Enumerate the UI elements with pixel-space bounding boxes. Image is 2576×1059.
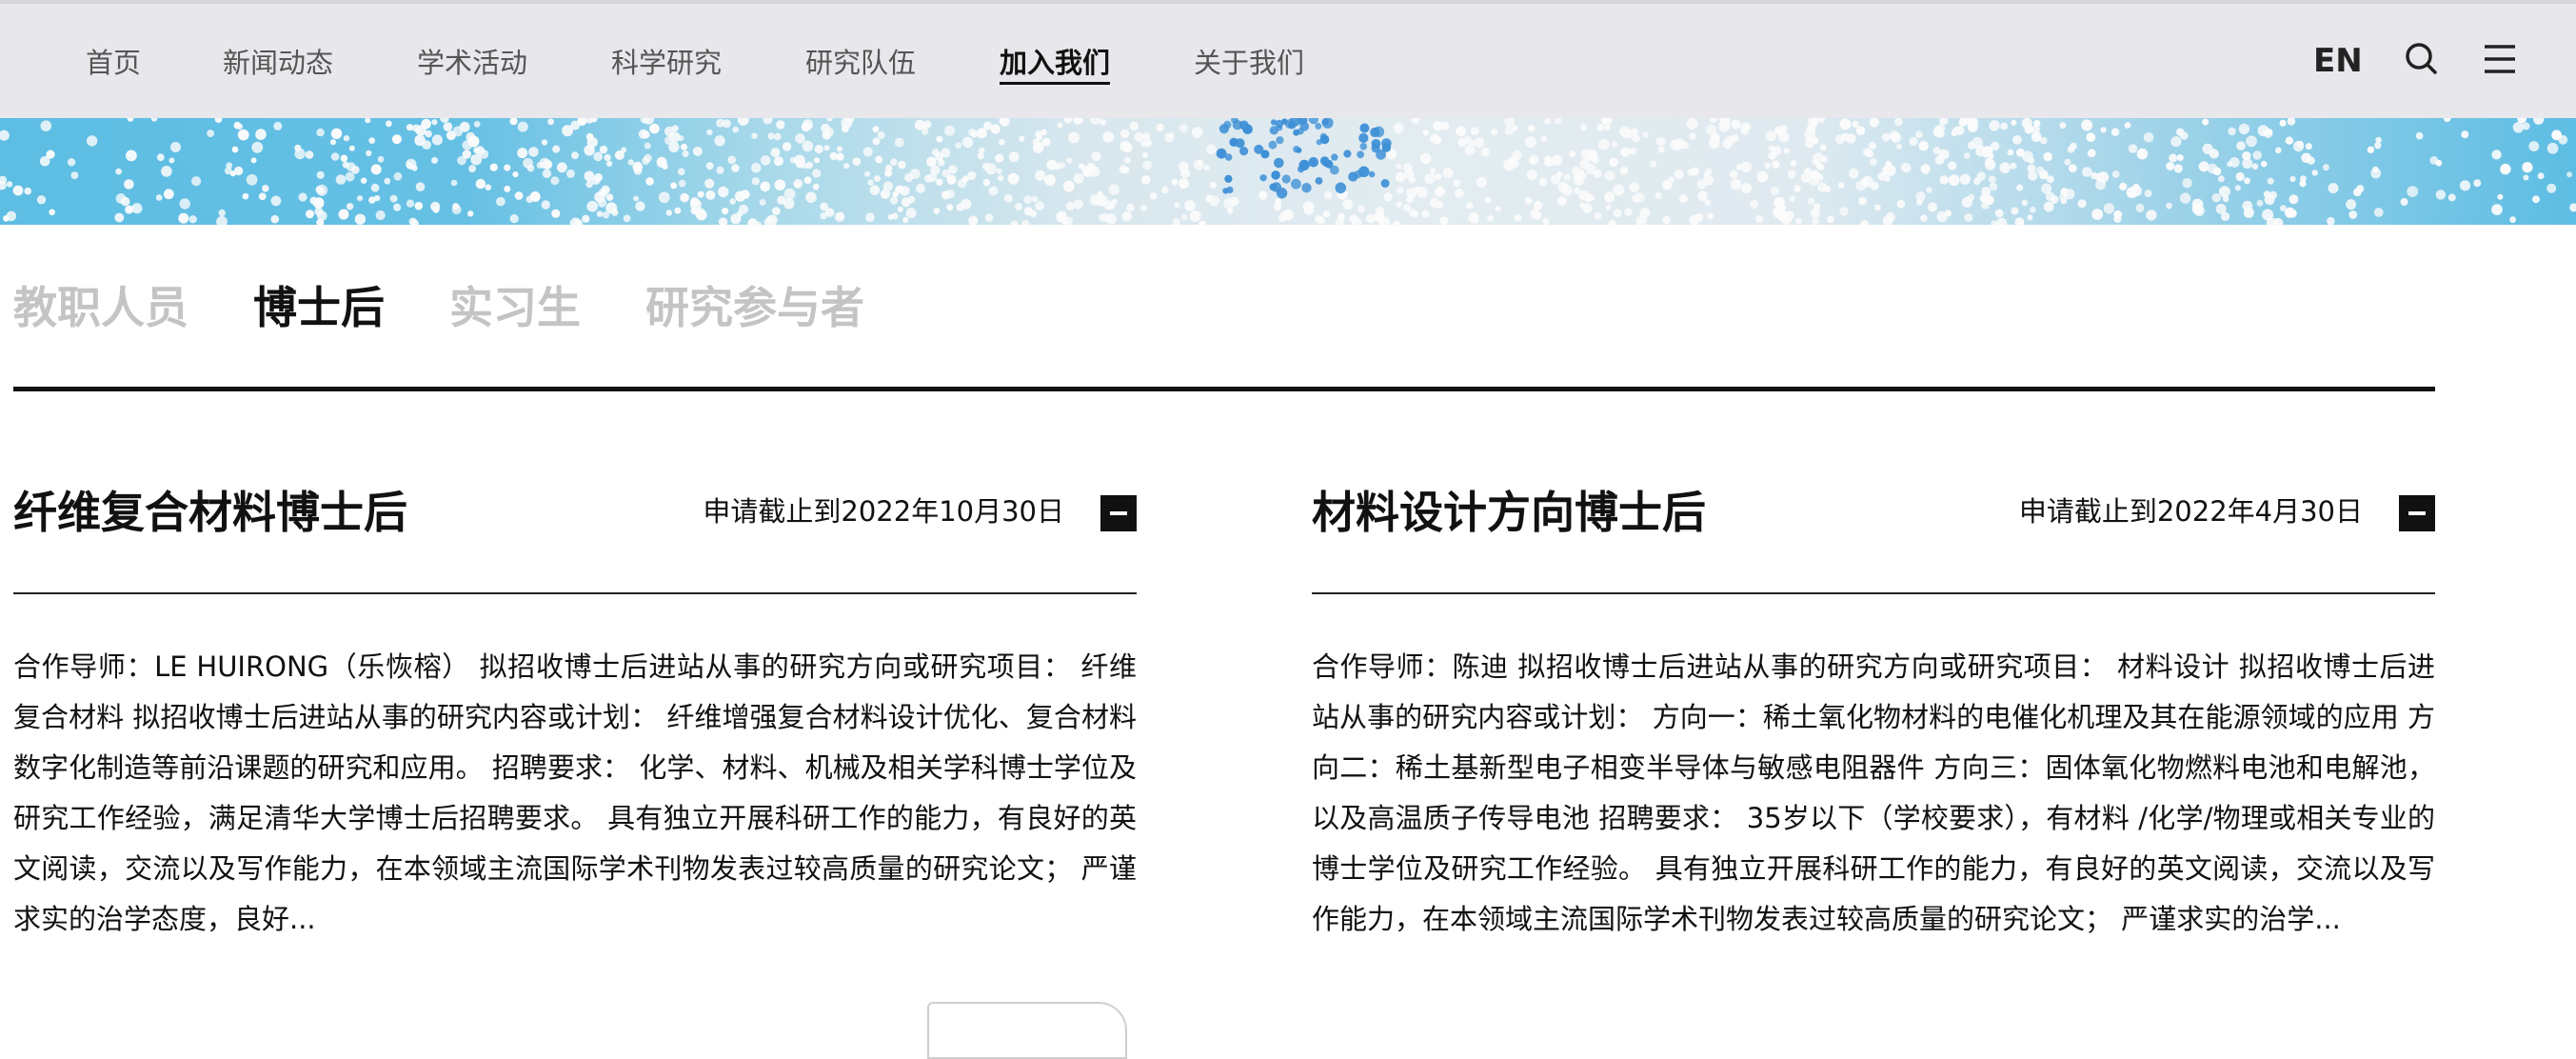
tab-faculty[interactable]: 教职人员 [13,274,188,341]
top-nav-bar: 首页 新闻动态 学术活动 科学研究 研究队伍 加入我们 关于我们 EN [0,0,2576,118]
tab-research-participant[interactable]: 研究参与者 [645,274,864,341]
banner-image [0,118,2576,225]
category-divider [13,387,2435,391]
collapse-icon[interactable] [2399,495,2435,531]
job-card-divider [1312,592,2435,594]
more-button[interactable] [927,1002,1127,1059]
job-deadline: 申请截止到2022年4月30日 [2018,495,2363,528]
menu-icon[interactable] [2479,38,2521,80]
job-description: 合作导师：陈迪 拟招收博士后进站从事的研究方向或研究项目： 材料设计 拟招收博士… [1312,650,2435,935]
language-switch[interactable]: EN [2313,4,2363,118]
nav-item-academic-activities[interactable]: 学术活动 [417,4,527,118]
job-title[interactable]: 纤维复合材料博士后 [13,478,407,541]
search-icon[interactable] [2401,38,2443,80]
nav-item-team[interactable]: 研究队伍 [805,4,916,118]
tab-intern[interactable]: 实习生 [449,274,581,341]
nav-item-join-us[interactable]: 加入我们 [1000,4,1111,118]
job-title[interactable]: 材料设计方向博士后 [1312,478,1706,541]
job-description: 合作导师：LE HUIRONG（乐恢榕） 拟招收博士后进站从事的研究方向或研究项… [13,650,1137,935]
banner-spheres [0,118,2576,225]
job-card-divider [13,592,1137,594]
tab-postdoc[interactable]: 博士后 [253,274,385,341]
nav-item-news[interactable]: 新闻动态 [223,4,333,118]
job-deadline: 申请截止到2022年10月30日 [703,495,1064,528]
nav-item-home[interactable]: 首页 [86,4,141,118]
nav-item-about-us[interactable]: 关于我们 [1194,4,1304,118]
nav-item-research[interactable]: 科学研究 [611,4,722,118]
collapse-icon[interactable] [1100,495,1137,531]
